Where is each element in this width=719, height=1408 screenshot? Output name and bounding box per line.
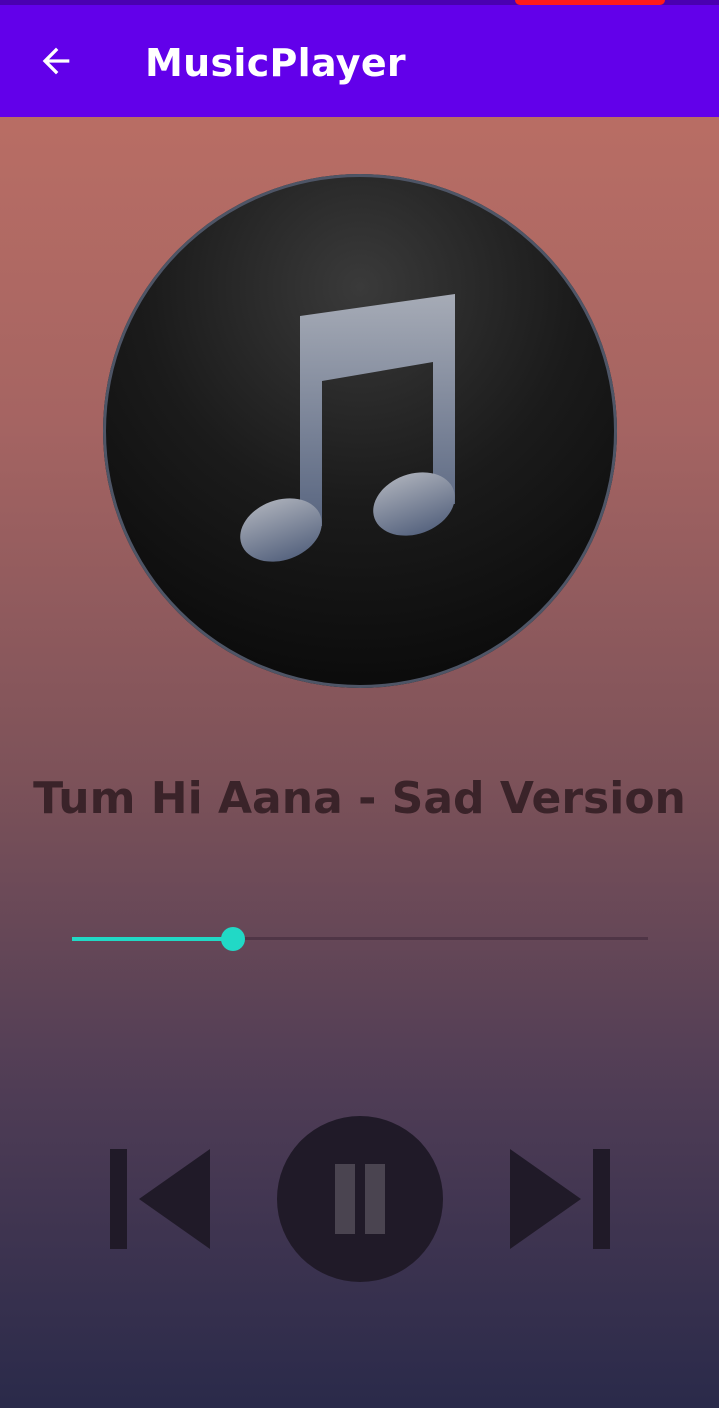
- next-button[interactable]: [505, 1145, 615, 1253]
- seek-bar[interactable]: [72, 918, 648, 960]
- pause-bar-left: [335, 1164, 355, 1234]
- previous-button[interactable]: [105, 1145, 215, 1253]
- seek-progress: [72, 937, 234, 941]
- back-button[interactable]: [24, 29, 88, 93]
- music-note-icon: [240, 294, 455, 562]
- app-bar: MusicPlayer: [0, 5, 719, 117]
- song-title: Tum Hi Aana - Sad Version: [33, 773, 686, 824]
- album-art: [103, 174, 617, 688]
- pause-bar-right: [365, 1164, 385, 1234]
- seek-thumb[interactable]: [221, 927, 246, 951]
- skip-previous-icon: [110, 1149, 210, 1249]
- arrow-left-icon: [42, 47, 70, 75]
- skip-next-icon: [510, 1149, 610, 1249]
- app-title: MusicPlayer: [145, 41, 406, 85]
- pause-button[interactable]: [277, 1116, 443, 1282]
